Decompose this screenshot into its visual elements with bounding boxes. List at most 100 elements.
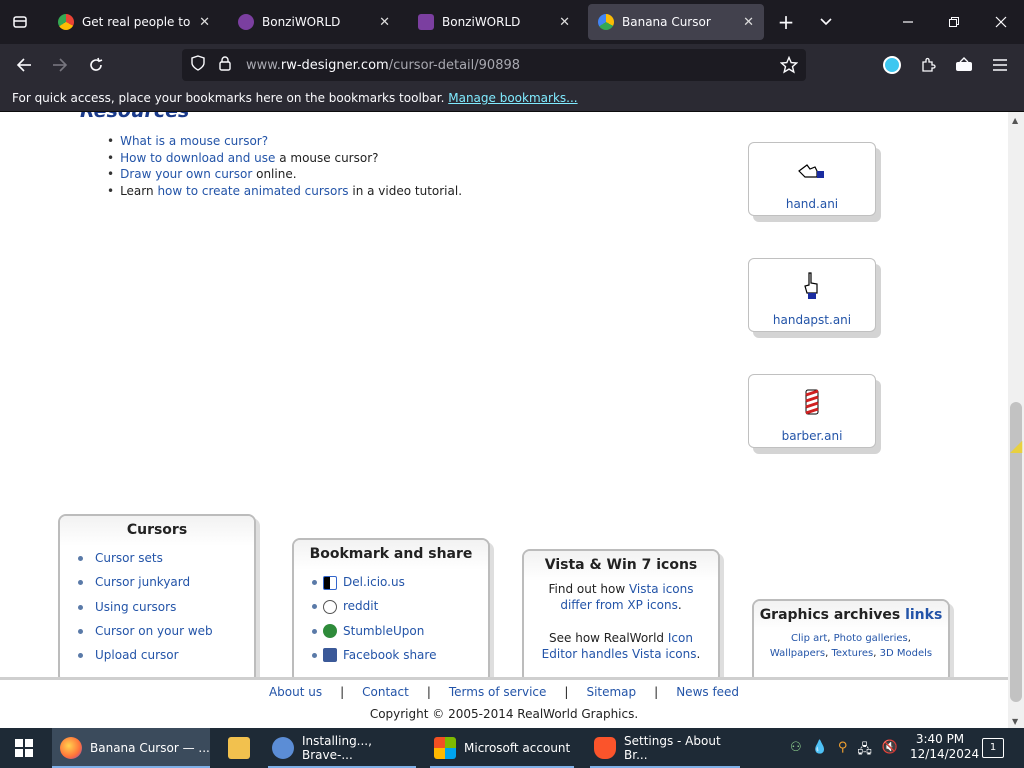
taskbar-installer[interactable]: Installing..., Brave-...	[264, 728, 420, 768]
photo-galleries-link[interactable]: Photo galleries	[834, 633, 908, 644]
contact-link[interactable]: Contact	[362, 685, 409, 699]
cursor-card-hand[interactable]: hand.ani	[748, 142, 876, 216]
menu-hamburger-icon[interactable]	[982, 47, 1018, 83]
rw-designer-favicon-icon	[598, 14, 614, 30]
firefox-view-icon[interactable]	[2, 4, 38, 40]
scroll-down-arrow-icon[interactable]: ▼	[1012, 717, 1018, 726]
vista-paragraph-2: See how RealWorld Icon Editor handles Vi…	[524, 613, 718, 662]
bullet-icon	[78, 604, 83, 610]
droplet-icon[interactable]: 💧	[812, 740, 828, 762]
separator: |	[426, 685, 431, 699]
close-tab-icon[interactable]: ✕	[379, 15, 390, 30]
close-tab-icon[interactable]: ✕	[743, 15, 754, 30]
volume-muted-icon[interactable]: 🔇	[882, 740, 898, 762]
start-button[interactable]	[0, 728, 50, 768]
resource-text: Learn	[120, 183, 158, 198]
tab-1[interactable]: BonziWORLD ✕	[228, 4, 400, 40]
taskbar-microsoft-account[interactable]: Microsoft account	[426, 728, 578, 768]
close-window-button[interactable]	[983, 4, 1019, 40]
new-tab-button[interactable]: +	[768, 4, 804, 40]
notification-center-icon[interactable]: 1	[982, 738, 1004, 758]
reload-button[interactable]	[78, 47, 114, 83]
about-us-link[interactable]: About us	[269, 685, 322, 699]
windows-taskbar: Banana Cursor — ... Installing..., Brave…	[0, 728, 1024, 768]
resource-link[interactable]: how to create animated cursors	[157, 184, 348, 198]
stumbleupon-link[interactable]: StumbleUpon	[343, 624, 424, 638]
tab-3-active[interactable]: Banana Cursor ✕	[588, 4, 764, 40]
upload-cursor-link[interactable]: Upload cursor	[95, 648, 179, 662]
terms-link[interactable]: Terms of service	[449, 685, 547, 699]
taskbar-firefox[interactable]: Banana Cursor — ...	[52, 728, 210, 768]
search-icon[interactable]: ⚲	[838, 740, 848, 762]
bookmarks-toolbar: For quick access, place your bookmarks h…	[0, 86, 1024, 112]
taskbar-label: Installing..., Brave-...	[302, 734, 372, 762]
list-item: Upload cursor	[78, 643, 254, 667]
vista-text: See how RealWorld	[549, 631, 668, 645]
clip-art-link[interactable]: Clip art	[791, 633, 827, 644]
notification-count: 1	[989, 742, 997, 753]
barber-pole-cursor-icon	[805, 389, 819, 420]
taskbar-file-explorer[interactable]	[220, 728, 260, 768]
manage-bookmarks-link[interactable]: Manage bookmarks...	[448, 91, 577, 105]
hand-cursor-icon	[797, 161, 827, 188]
resource-link[interactable]: What is a mouse cursor?	[120, 134, 268, 148]
url-text[interactable]: www.rw-designer.com/cursor-detail/90898	[246, 58, 520, 73]
forward-button[interactable]	[42, 47, 78, 83]
banana-cursor-icon: ◢	[1010, 436, 1023, 455]
tracking-shield-icon[interactable]	[190, 55, 210, 75]
resource-link[interactable]: Draw your own cursor	[120, 167, 252, 181]
news-feed-link[interactable]: News feed	[676, 685, 739, 699]
people-icon[interactable]: ⚇	[790, 740, 802, 762]
taskbar-brave-settings[interactable]: Settings - About Br...	[586, 728, 744, 768]
installer-icon	[272, 737, 294, 759]
cursor-card-barber[interactable]: barber.ani	[748, 374, 876, 448]
restore-button[interactable]	[936, 4, 972, 40]
cursor-junkyard-link[interactable]: Cursor junkyard	[95, 575, 190, 589]
bonzi-favicon-icon	[238, 14, 254, 30]
tab-0[interactable]: Get real people to take ✕	[48, 4, 220, 40]
navigation-toolbar: www.rw-designer.com/cursor-detail/90898	[0, 44, 1024, 86]
graphics-links-link[interactable]: links	[905, 607, 942, 623]
list-item: Cursor junkyard	[78, 570, 254, 594]
list-tabs-chevron-down-icon[interactable]	[808, 4, 844, 40]
web-page-content: Resources What is a mouse cursor? How to…	[0, 112, 1008, 728]
vista-text: Find out how	[548, 582, 629, 596]
bookmark-star-icon[interactable]	[779, 55, 799, 78]
list-item: reddit	[312, 594, 488, 618]
using-cursors-link[interactable]: Using cursors	[95, 600, 176, 614]
list-item: StumbleUpon	[312, 619, 488, 643]
3d-models-link[interactable]: 3D Models	[880, 648, 932, 659]
bullet-icon	[78, 653, 83, 659]
vista-icons-box: Vista & Win 7 icons Find out how Vista i…	[522, 549, 720, 684]
minimize-button[interactable]	[890, 4, 926, 40]
close-tab-icon[interactable]: ✕	[199, 15, 210, 30]
reddit-link[interactable]: reddit	[343, 599, 378, 613]
wallpapers-link[interactable]: Wallpapers	[770, 648, 825, 659]
network-icon[interactable]: 🖧	[857, 740, 872, 762]
extension-icon[interactable]	[946, 47, 982, 83]
separator: |	[564, 685, 569, 699]
close-tab-icon[interactable]: ✕	[559, 15, 570, 30]
vista-box-title: Vista & Win 7 icons	[524, 551, 718, 581]
back-button[interactable]	[6, 47, 42, 83]
address-bar[interactable]: www.rw-designer.com/cursor-detail/90898	[182, 49, 806, 81]
taskbar-label: Microsoft account	[464, 741, 571, 755]
resource-link[interactable]: How to download and use	[120, 151, 275, 165]
cursor-card-handapst[interactable]: handapst.ani	[748, 258, 876, 332]
extensions-puzzle-icon[interactable]	[910, 47, 946, 83]
cursor-sets-link[interactable]: Cursor sets	[95, 551, 163, 565]
delicious-link[interactable]: Del.icio.us	[343, 575, 405, 589]
facebook-share-link[interactable]: Facebook share	[343, 648, 436, 662]
cursor-on-your-web-link[interactable]: Cursor on your web	[95, 624, 213, 638]
page-scrollbar[interactable]: ▲ ▼	[1008, 112, 1024, 728]
tab-2[interactable]: BonziWORLD ✕	[408, 4, 580, 40]
system-tray: ⚇ 💧 ⚲ 🖧 🔇	[790, 740, 898, 762]
list-item: Cursor on your web	[78, 619, 254, 643]
lock-icon[interactable]	[218, 55, 238, 75]
account-avatar-icon[interactable]	[874, 47, 910, 83]
bookmark-share-title: Bookmark and share	[294, 540, 488, 570]
sitemap-link[interactable]: Sitemap	[586, 685, 636, 699]
textures-link[interactable]: Textures	[831, 648, 873, 659]
clock[interactable]: 3:40 PM 12/14/2024	[910, 732, 979, 762]
scroll-up-arrow-icon[interactable]: ▲	[1012, 116, 1018, 125]
